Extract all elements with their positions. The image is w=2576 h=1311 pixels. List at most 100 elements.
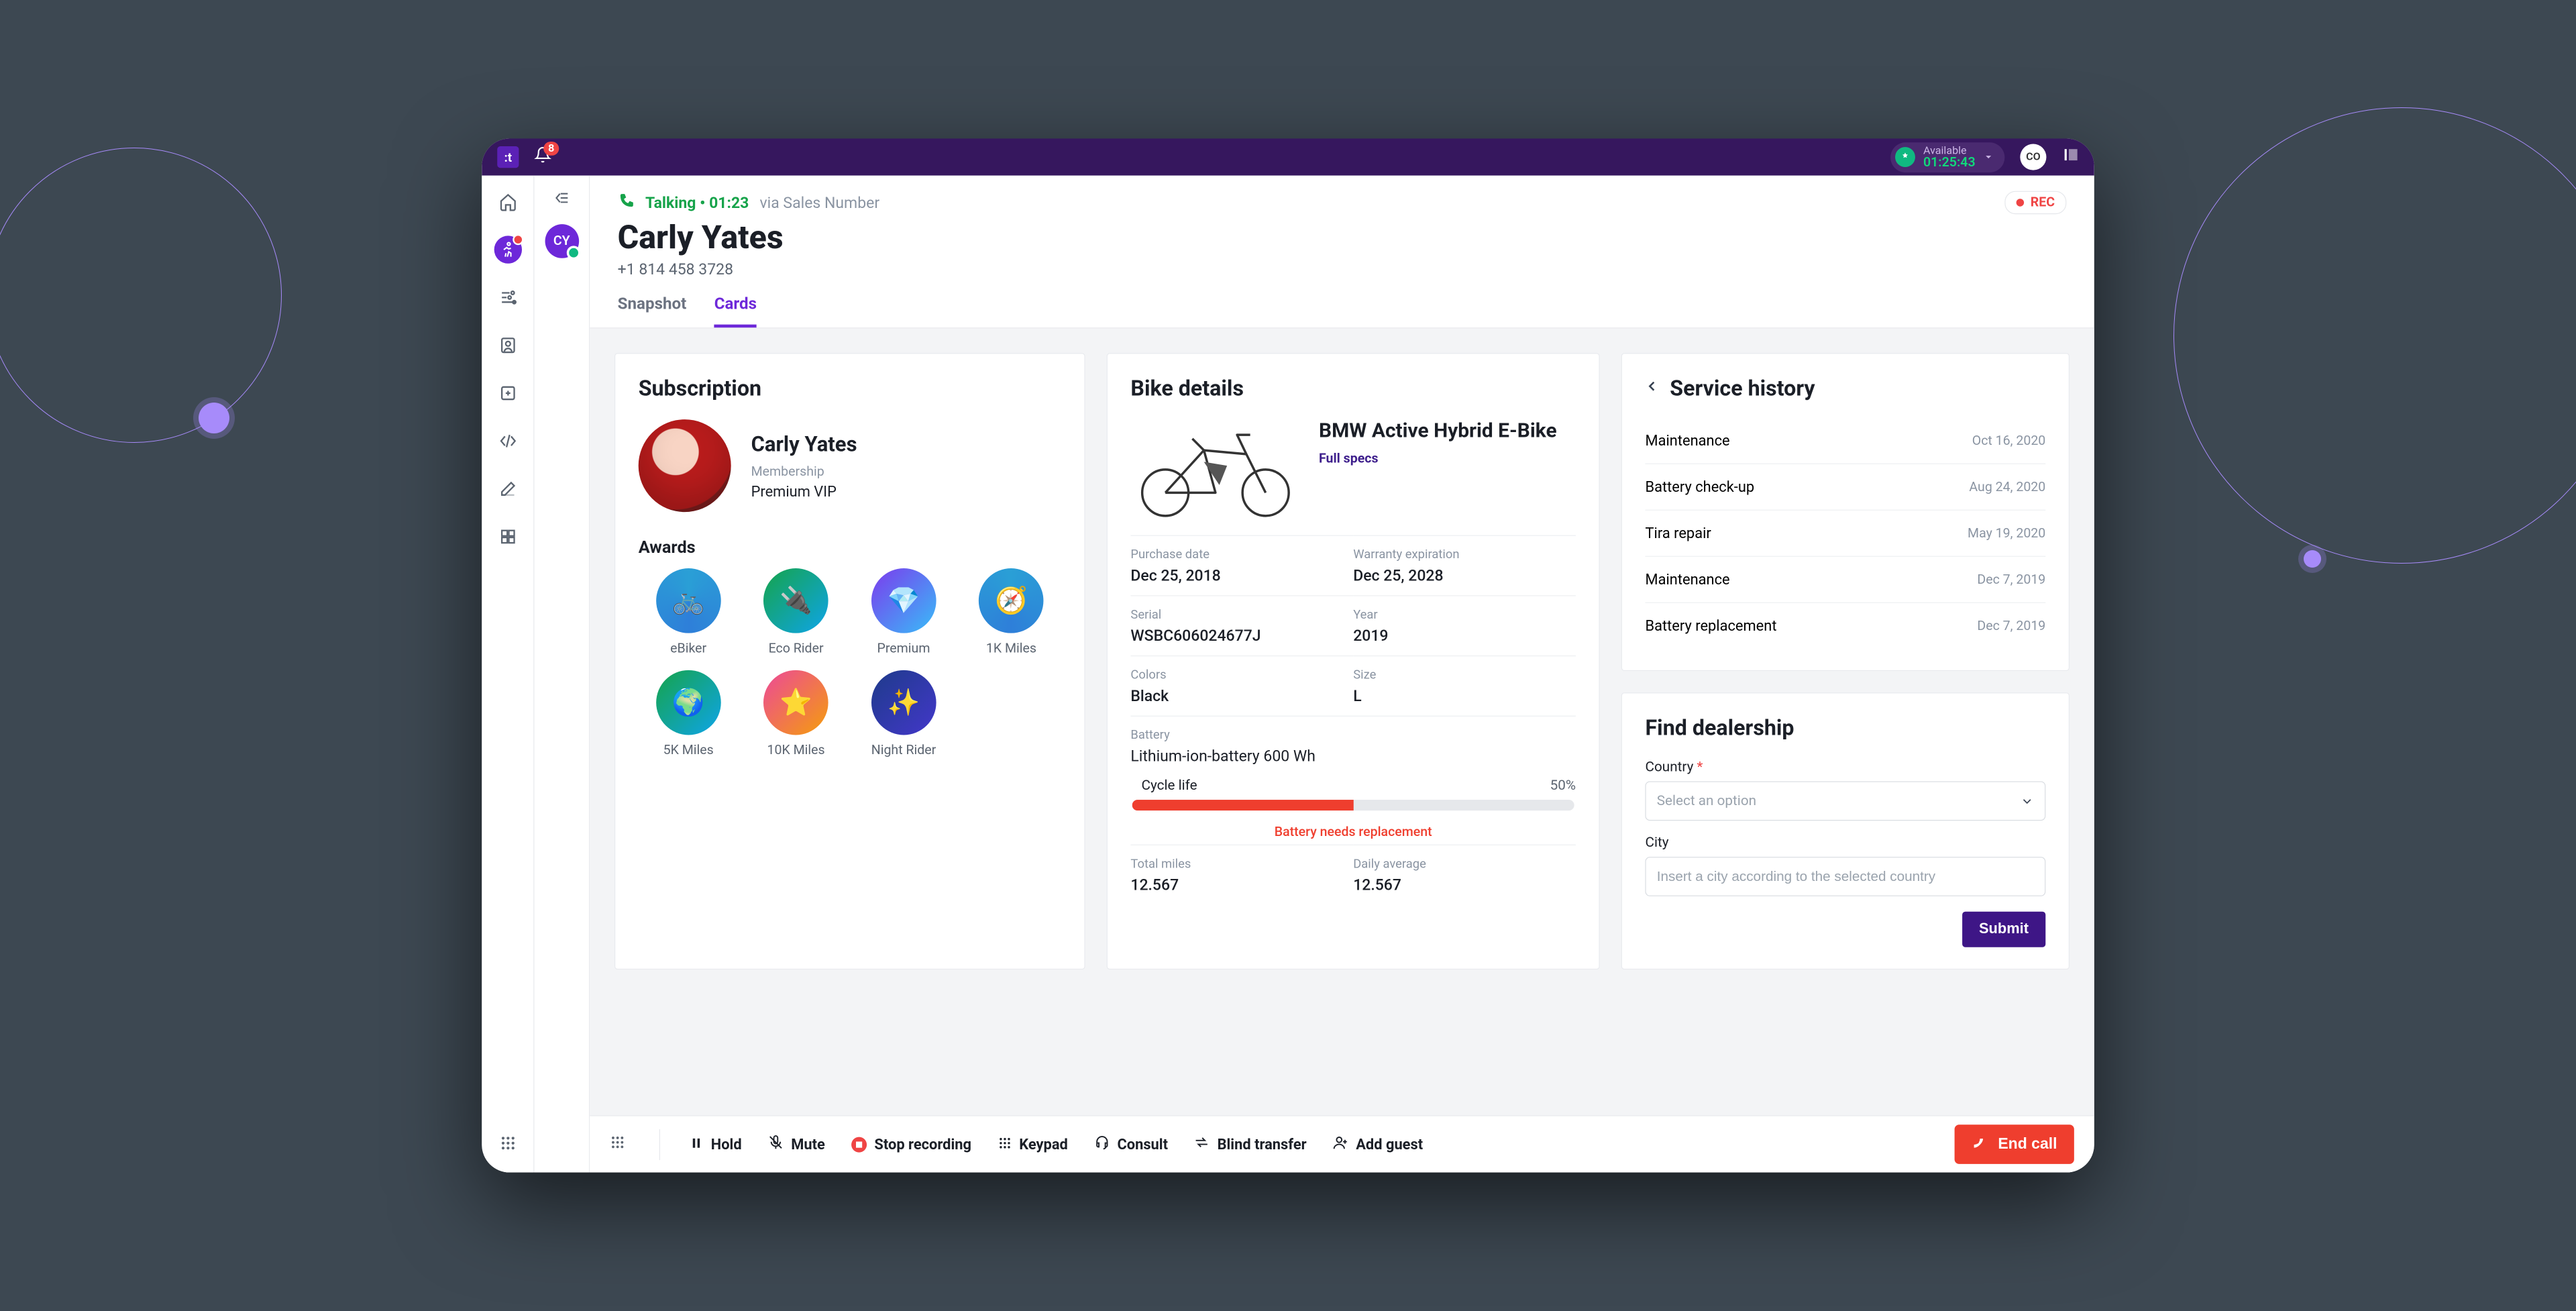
colors-label: Colors bbox=[1130, 667, 1353, 682]
blind-transfer-button[interactable]: Blind transfer bbox=[1194, 1135, 1307, 1154]
chevron-left-icon bbox=[1646, 379, 1660, 393]
notifications-button[interactable]: 8 bbox=[534, 146, 551, 168]
availability-timer: 01:25:43 bbox=[1923, 156, 1976, 169]
service-row[interactable]: MaintenanceDec 7, 2019 bbox=[1646, 557, 2046, 603]
nav-home[interactable] bbox=[494, 188, 521, 215]
nav-dashboard[interactable] bbox=[494, 523, 521, 550]
service-name: Tira repair bbox=[1646, 525, 1711, 542]
purchase-date-value: Dec 25, 2018 bbox=[1130, 566, 1353, 585]
end-call-button[interactable]: End call bbox=[1955, 1124, 2074, 1164]
award-eco-icon: 🔌 bbox=[763, 568, 828, 633]
total-miles-label: Total miles bbox=[1130, 856, 1353, 871]
city-label: City bbox=[1646, 835, 2046, 851]
hold-button[interactable]: Hold bbox=[690, 1135, 742, 1154]
purchase-date-label: Purchase date bbox=[1130, 547, 1353, 562]
consult-button[interactable]: Consult bbox=[1094, 1135, 1168, 1154]
nav-contacts[interactable] bbox=[494, 235, 521, 263]
mic-off-icon bbox=[768, 1135, 784, 1154]
service-row[interactable]: Battery replacementDec 7, 2019 bbox=[1646, 603, 2046, 649]
phone-hangup-icon bbox=[1972, 1136, 1988, 1153]
award-ebiker-icon: 🚲 bbox=[656, 568, 721, 633]
edit-icon bbox=[498, 480, 517, 499]
add-guest-button[interactable]: Add guest bbox=[1333, 1135, 1423, 1154]
battery-value: Lithium-ion-battery 600 Wh bbox=[1130, 747, 1576, 766]
add-person-icon bbox=[1333, 1135, 1348, 1154]
award-1k-icon: 🧭 bbox=[979, 568, 1044, 633]
call-status: Talking • 01:23 bbox=[645, 193, 749, 212]
call-header: Talking • 01:23 via Sales Number REC Car… bbox=[590, 176, 2094, 329]
tab-cards[interactable]: Cards bbox=[714, 295, 757, 327]
footer-apps-icon[interactable] bbox=[610, 1135, 625, 1155]
daily-avg-value: 12.567 bbox=[1353, 876, 1576, 894]
serial-label: Serial bbox=[1130, 607, 1353, 622]
service-history-title: Service history bbox=[1670, 376, 1815, 401]
service-date: Aug 24, 2020 bbox=[1969, 479, 2045, 494]
nav-journeys[interactable] bbox=[494, 284, 521, 311]
service-row[interactable]: Battery check-upAug 24, 2020 bbox=[1646, 464, 2046, 511]
rec-dot-icon bbox=[2017, 199, 2025, 207]
city-input[interactable] bbox=[1646, 857, 2046, 896]
awards-grid: 🚲eBiker 🔌Eco Rider 💎Premium 🧭1K Miles 🌍5… bbox=[639, 568, 1061, 758]
submit-button[interactable]: Submit bbox=[1962, 912, 2046, 947]
availability-pill[interactable]: Available 01:25:43 bbox=[1891, 142, 2005, 172]
service-row[interactable]: Tira repairMay 19, 2020 bbox=[1646, 511, 2046, 557]
call-controls: Hold Mute Stop recording Keypad Consult … bbox=[590, 1115, 2094, 1172]
nav-contacts-badge bbox=[513, 234, 523, 245]
active-customer-avatar[interactable]: CY bbox=[545, 224, 579, 258]
keypad-button[interactable]: Keypad bbox=[998, 1135, 1068, 1154]
nav-rail bbox=[482, 176, 534, 1173]
award-premium-icon: 💎 bbox=[871, 568, 936, 633]
app-logo[interactable]: :t bbox=[497, 146, 519, 168]
award-item: 🚲eBiker bbox=[639, 568, 739, 656]
membership-value: Premium VIP bbox=[751, 482, 857, 500]
availability-dot-icon bbox=[1896, 147, 1916, 167]
service-history-back[interactable] bbox=[1646, 378, 1660, 398]
award-5k-icon: 🌍 bbox=[656, 670, 721, 735]
service-row[interactable]: MaintenanceOct 16, 2020 bbox=[1646, 418, 2046, 464]
warranty-value: Dec 25, 2028 bbox=[1353, 566, 1576, 585]
titlebar: :t 8 Available 01:25:43 CO bbox=[482, 139, 2094, 176]
panel-toggle-icon[interactable] bbox=[2061, 146, 2078, 168]
tabs: Snapshot Cards bbox=[618, 295, 2067, 327]
stop-recording-button[interactable]: Stop recording bbox=[851, 1135, 971, 1153]
stop-icon bbox=[851, 1137, 867, 1152]
membership-label: Membership bbox=[751, 464, 857, 479]
nav-compose[interactable] bbox=[494, 475, 521, 503]
nav-apps-grid[interactable] bbox=[494, 1129, 521, 1157]
year-value: 2019 bbox=[1353, 626, 1576, 645]
nav-apps[interactable] bbox=[494, 379, 521, 407]
add-box-icon bbox=[498, 384, 517, 403]
year-label: Year bbox=[1353, 607, 1576, 622]
collapse-button[interactable] bbox=[553, 189, 570, 210]
service-date: Dec 7, 2019 bbox=[1977, 572, 2045, 587]
user-avatar[interactable]: CO bbox=[2020, 144, 2046, 170]
country-placeholder: Select an option bbox=[1657, 793, 1756, 809]
full-specs-link[interactable]: Full specs bbox=[1319, 451, 1557, 466]
nav-dev[interactable] bbox=[494, 427, 521, 455]
bike-title: Bike details bbox=[1130, 376, 1576, 401]
mute-button[interactable]: Mute bbox=[768, 1135, 825, 1154]
country-label: Country * bbox=[1646, 759, 2046, 775]
active-customer-status-dot bbox=[566, 246, 580, 260]
chevron-down-icon bbox=[2020, 794, 2034, 808]
customer-phone: +1 814 458 3728 bbox=[618, 260, 2067, 278]
active-customer-initials: CY bbox=[553, 233, 570, 249]
warranty-label: Warranty expiration bbox=[1353, 547, 1576, 562]
service-date: Oct 16, 2020 bbox=[1972, 433, 2046, 448]
country-select[interactable]: Select an option bbox=[1646, 781, 2046, 821]
keypad-icon bbox=[998, 1135, 1012, 1154]
customer-avatar-large bbox=[639, 419, 731, 512]
service-name: Battery replacement bbox=[1646, 617, 1777, 635]
awards-title: Awards bbox=[639, 538, 1061, 558]
service-history-card: Service history MaintenanceOct 16, 2020B… bbox=[1621, 353, 2070, 671]
bike-image bbox=[1130, 419, 1300, 520]
cards-grid: Subscription Carly Yates Membership Prem… bbox=[590, 328, 2094, 1115]
grid-icon bbox=[498, 527, 517, 546]
apps-grid-icon bbox=[499, 1135, 516, 1151]
person-running-icon bbox=[499, 241, 516, 258]
nav-profile[interactable] bbox=[494, 331, 521, 359]
tab-snapshot[interactable]: Snapshot bbox=[618, 295, 687, 327]
id-card-icon bbox=[498, 336, 517, 355]
award-item: ✨Night Rider bbox=[854, 670, 954, 758]
cycle-life-label: Cycle life bbox=[1142, 778, 1197, 794]
